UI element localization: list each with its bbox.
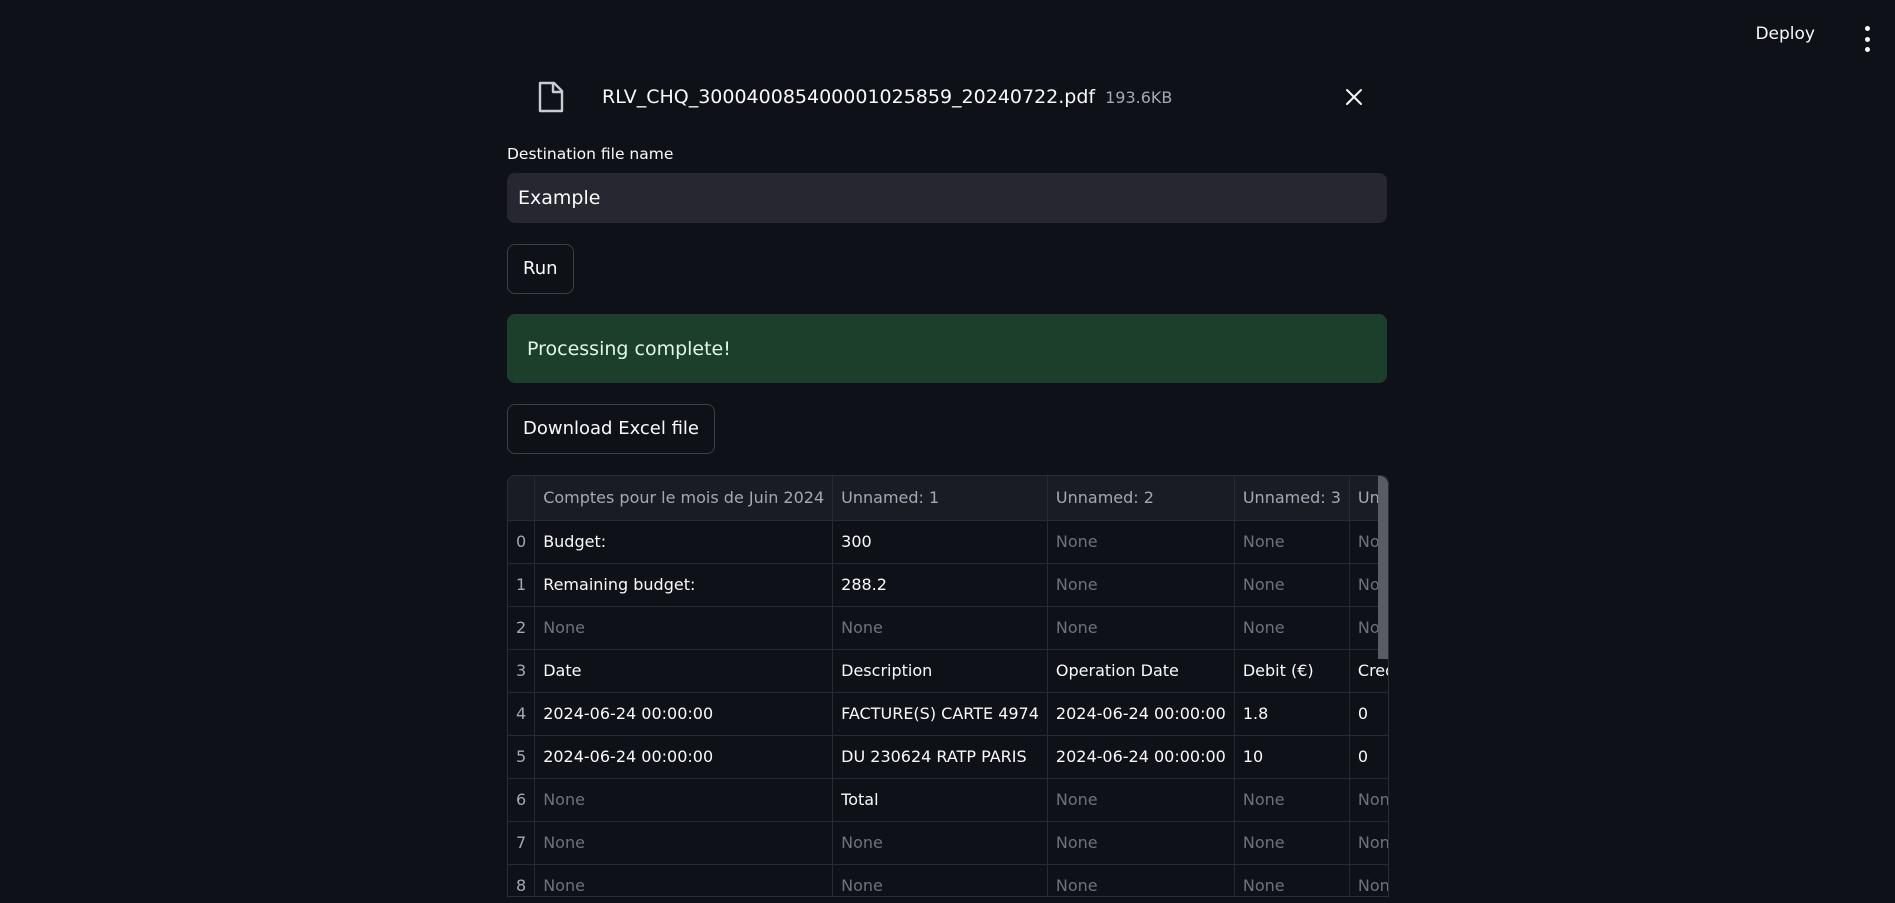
table-header-row: Comptes pour le mois de Juin 2024 Unnamed… [508, 476, 1388, 521]
table-cell[interactable]: None [832, 821, 1048, 865]
table-cell[interactable]: None [832, 606, 1048, 650]
table-cell[interactable]: None [1349, 778, 1388, 822]
destination-label: Destination file name [507, 145, 674, 163]
destination-input[interactable] [507, 173, 1387, 223]
table-cell[interactable]: Remaining budget: [534, 563, 834, 607]
index-header[interactable] [508, 476, 536, 521]
table-cell[interactable]: 288.2 [832, 563, 1048, 607]
file-name: RLV_CHQ_300040085400001025859_20240722.p… [602, 86, 1096, 108]
file-size: 193.6KB [1105, 87, 1173, 107]
success-message: Processing complete! [527, 337, 731, 360]
kebab-dot [1864, 36, 1870, 42]
table-cell[interactable]: 0 [1349, 735, 1388, 779]
download-excel-button[interactable]: Download Excel file [507, 404, 716, 454]
table-cell[interactable]: None [1047, 563, 1235, 607]
table-cell[interactable]: None [1047, 606, 1235, 650]
column-header[interactable]: Unnamed: 1 [832, 476, 1048, 521]
table-cell[interactable]: None [1234, 864, 1350, 896]
table-cell[interactable]: None [1047, 821, 1235, 865]
run-button[interactable]: Run [507, 244, 574, 294]
uploaded-file: RLV_CHQ_300040085400001025859_20240722.p… [507, 72, 1387, 122]
table-cell[interactable]: 2024-06-24 00:00:00 [1047, 692, 1235, 736]
column-header[interactable]: Comptes pour le mois de Juin 2024 [534, 476, 834, 521]
table-row: 4 2024-06-24 00:00:00 FACTURE(S) CARTE 497… [508, 692, 1388, 736]
table-row: 1Remaining budget:288.2NoneNoneNoneN [508, 563, 1388, 607]
table-cell[interactable]: DU 230624 RATP PARIS [832, 735, 1048, 779]
kebab-menu-icon[interactable] [1857, 26, 1877, 52]
row-index: 4 [508, 692, 536, 736]
table-cell[interactable]: Date [534, 649, 834, 693]
file-icon [532, 77, 570, 117]
table-cell[interactable]: None [1234, 778, 1350, 822]
table-cell[interactable]: None [534, 606, 834, 650]
table-cell[interactable]: None [1234, 606, 1350, 650]
table-row: 7NoneNoneNoneNoneNoneN [508, 821, 1388, 865]
table-cell[interactable]: Budget: [534, 520, 834, 564]
table-cell[interactable]: None [534, 778, 834, 822]
close-icon[interactable] [1341, 84, 1367, 110]
table-cell[interactable]: Total [832, 778, 1048, 822]
kebab-dot [1864, 47, 1870, 52]
table-cell[interactable]: None [1234, 821, 1350, 865]
table-cell[interactable]: 2024-06-24 00:00:00 [534, 735, 834, 779]
table-cell[interactable]: None [1047, 778, 1235, 822]
table-cell[interactable]: 10 [1234, 735, 1350, 779]
table-cell[interactable]: Operation Date [1047, 649, 1235, 693]
row-index: 8 [508, 864, 536, 896]
table-cell[interactable]: None [1047, 520, 1235, 564]
data-table[interactable]: Comptes pour le mois de Juin 2024 Unnamed… [507, 475, 1389, 897]
top-bar: Deploy [0, 0, 1895, 76]
deploy-button[interactable]: Deploy [1755, 24, 1815, 44]
row-index: 2 [508, 606, 536, 650]
column-header[interactable]: Unnamed: 2 [1047, 476, 1235, 521]
table-row: 0Budget:300NoneNoneNoneN [508, 520, 1388, 564]
row-index: 3 [508, 649, 536, 693]
success-alert: Processing complete! [507, 314, 1387, 383]
table-cell[interactable]: 0 [1349, 692, 1388, 736]
table-cell[interactable]: 1.8 [1234, 692, 1350, 736]
row-index: 5 [508, 735, 536, 779]
table-cell[interactable]: None [1047, 864, 1235, 896]
table-cell[interactable]: None [534, 864, 834, 896]
table-cell[interactable]: None [534, 821, 834, 865]
table-row: 6NoneTotalNoneNoneNoneN [508, 778, 1388, 822]
row-index: 6 [508, 778, 536, 822]
table-cell[interactable]: FACTURE(S) CARTE 4974 [832, 692, 1048, 736]
table-cell[interactable]: None [1234, 520, 1350, 564]
dataframe: Comptes pour le mois de Juin 2024 Unnamed… [508, 476, 1388, 896]
row-index: 1 [508, 563, 536, 607]
row-index: 0 [508, 520, 536, 564]
column-header[interactable]: Unnamed: 3 [1234, 476, 1350, 521]
table-cell[interactable]: None [1234, 563, 1350, 607]
table-cell[interactable]: 300 [832, 520, 1048, 564]
table-cell[interactable]: None [1349, 864, 1388, 896]
table-scrollbar[interactable] [1378, 476, 1388, 659]
table-cell[interactable]: 2024-06-24 00:00:00 [1047, 735, 1235, 779]
row-index: 7 [508, 821, 536, 865]
table-row: 3 Date Description Operation Date Debit (€) C… [508, 649, 1388, 693]
table-row: 2NoneNoneNoneNoneNoneN [508, 606, 1388, 650]
table-cell[interactable]: 2024-06-24 00:00:00 [534, 692, 834, 736]
table-cell[interactable]: Description [832, 649, 1048, 693]
table-cell[interactable]: None [832, 864, 1048, 896]
main-content: RLV_CHQ_300040085400001025859_20240722.p… [507, 72, 1389, 897]
table-cell[interactable]: Debit (€) [1234, 649, 1350, 693]
table-row: 8NoneNoneNoneNoneNoneN [508, 864, 1388, 896]
kebab-dot [1864, 26, 1870, 31]
table-cell[interactable]: None [1349, 821, 1388, 865]
table-row: 5 2024-06-24 00:00:00 DU 230624 RATP PARIS… [508, 735, 1388, 779]
